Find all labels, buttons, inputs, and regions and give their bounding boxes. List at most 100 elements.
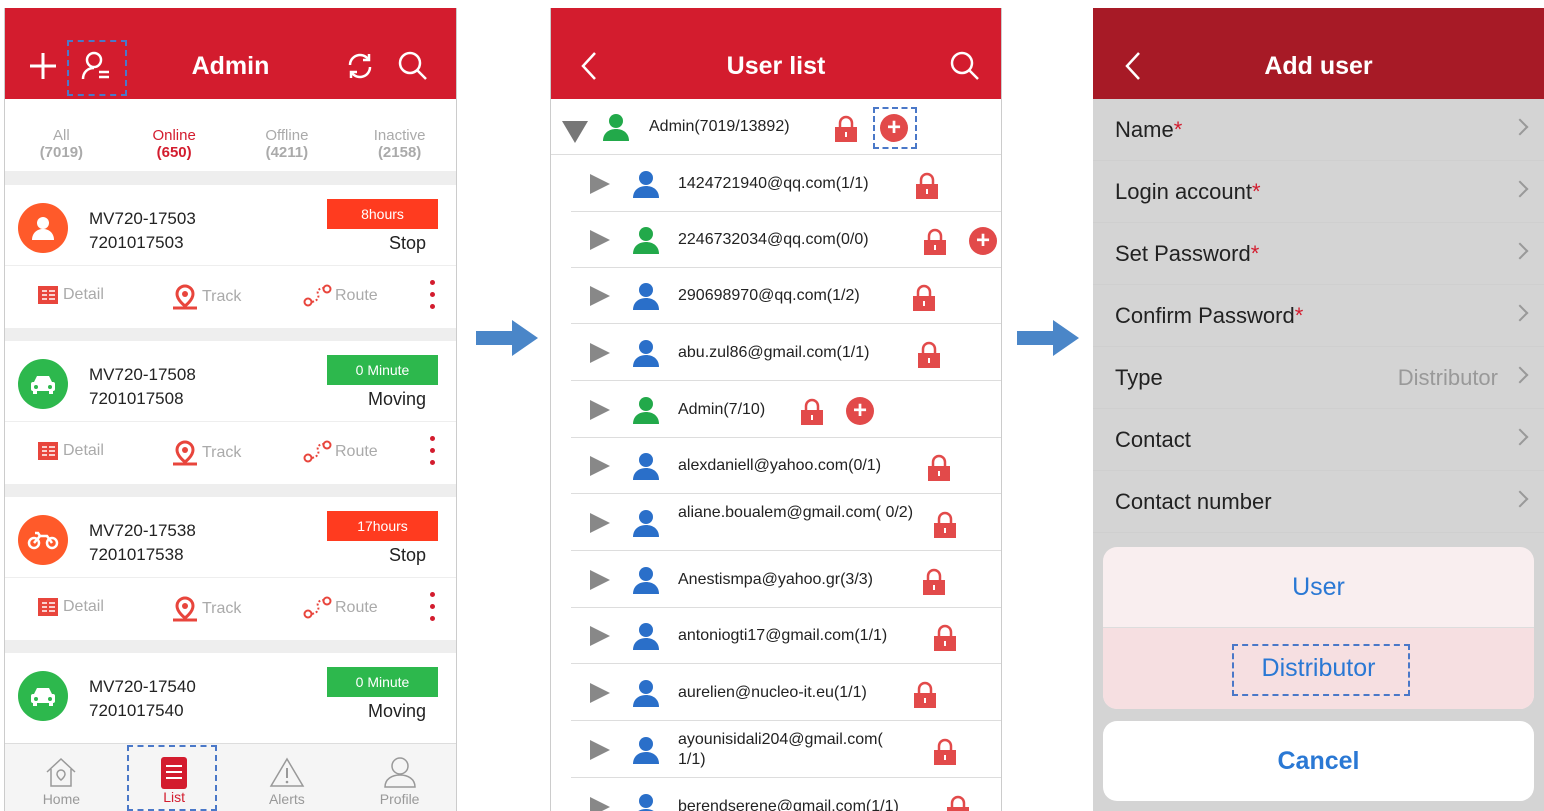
user-row[interactable]: Admin(7/10) + bbox=[571, 382, 1001, 438]
more-icon[interactable] bbox=[430, 280, 436, 314]
detail-button[interactable]: Detail bbox=[37, 440, 104, 462]
set-password-field[interactable]: Set Password* bbox=[1093, 223, 1544, 285]
contact-field[interactable]: Contact bbox=[1093, 409, 1544, 471]
route-button[interactable]: Route bbox=[303, 440, 378, 464]
user-row[interactable]: 2246732034@qq.com(0/0) + bbox=[571, 212, 1001, 268]
user-row[interactable]: berendserene@gmail.com(1/1) bbox=[571, 779, 1001, 811]
user-blue-icon bbox=[633, 737, 659, 764]
field-label-text: Type bbox=[1115, 365, 1163, 390]
field-label-text: Name bbox=[1115, 117, 1174, 142]
name-field[interactable]: Name* bbox=[1093, 99, 1544, 161]
device-name: MV720-17503 bbox=[89, 209, 196, 228]
lock-icon[interactable] bbox=[914, 172, 940, 200]
detail-button[interactable]: Detail bbox=[37, 596, 104, 618]
lock-icon[interactable] bbox=[932, 624, 958, 652]
expand-right-icon[interactable] bbox=[590, 400, 610, 420]
user-label: 1424721940@qq.com(1/1) bbox=[678, 175, 869, 192]
search-icon[interactable] bbox=[947, 48, 983, 84]
expand-right-icon[interactable] bbox=[590, 174, 610, 194]
track-pin-icon bbox=[173, 596, 197, 622]
tab-inactive[interactable]: Inactive (2158) bbox=[343, 99, 456, 179]
refresh-icon[interactable] bbox=[342, 48, 378, 84]
tab-all[interactable]: All (7019) bbox=[5, 99, 118, 179]
lock-icon[interactable] bbox=[932, 511, 958, 539]
lock-icon[interactable] bbox=[922, 228, 948, 256]
detail-label: Detail bbox=[63, 598, 104, 615]
motorcycle-avatar-icon bbox=[18, 515, 68, 565]
lock-icon[interactable] bbox=[916, 341, 942, 369]
expand-right-icon[interactable] bbox=[590, 230, 610, 250]
expand-right-icon[interactable] bbox=[590, 626, 610, 646]
user-row[interactable]: 1424721940@qq.com(1/1) bbox=[571, 156, 1001, 212]
track-button[interactable]: Track bbox=[170, 284, 241, 310]
expand-right-icon[interactable] bbox=[590, 456, 610, 476]
alert-icon bbox=[269, 757, 305, 787]
device-row[interactable]: MV720-17538 7201017538 17hours Stop bbox=[5, 497, 456, 577]
cancel-button[interactable]: Cancel bbox=[1103, 721, 1534, 801]
lock-icon[interactable] bbox=[932, 738, 958, 766]
more-icon[interactable] bbox=[430, 436, 436, 470]
add-sub-user-icon[interactable]: + bbox=[969, 227, 997, 255]
user-label: Admin(7/10) bbox=[678, 401, 766, 418]
user-row[interactable]: alexdaniell@yahoo.com(0/1) bbox=[571, 438, 1001, 494]
device-row[interactable]: MV720-17540 7201017540 0 Minute Moving bbox=[5, 653, 456, 733]
user-row[interactable]: antoniogti17@gmail.com(1/1) bbox=[571, 608, 1001, 664]
lock-icon[interactable] bbox=[799, 398, 825, 426]
nav-alerts[interactable]: Alerts bbox=[231, 744, 344, 811]
expand-down-icon[interactable] bbox=[562, 121, 588, 143]
user-row[interactable]: Anestismpa@yahoo.gr(3/3) bbox=[571, 552, 1001, 608]
chevron-right-icon bbox=[1511, 366, 1529, 384]
user-label: aliane.boualem@gmail.com( 0/2) bbox=[678, 504, 914, 521]
detail-icon bbox=[38, 598, 58, 616]
lock-icon[interactable] bbox=[926, 454, 952, 482]
track-pin-icon bbox=[173, 284, 197, 310]
search-icon[interactable] bbox=[395, 48, 431, 84]
user-row[interactable]: aurelien@nucleo-it.eu(1/1) bbox=[571, 665, 1001, 721]
expand-right-icon[interactable] bbox=[590, 570, 610, 590]
device-name: MV720-17538 bbox=[89, 521, 196, 540]
device-row[interactable]: MV720-17508 7201017508 0 Minute Moving bbox=[5, 341, 456, 421]
track-button[interactable]: Track bbox=[170, 596, 241, 622]
lock-icon[interactable] bbox=[912, 681, 938, 709]
divider bbox=[5, 328, 456, 341]
nav-profile[interactable]: Profile bbox=[343, 744, 456, 811]
user-row[interactable]: ayounisidali204@gmail.com( 1/1) bbox=[571, 722, 1001, 778]
expand-right-icon[interactable] bbox=[590, 683, 610, 703]
user-option[interactable]: User bbox=[1103, 547, 1534, 628]
detail-button[interactable]: Detail bbox=[37, 284, 104, 306]
user-blue-icon bbox=[633, 680, 659, 707]
duration-badge: 8hours bbox=[327, 199, 438, 229]
route-button[interactable]: Route bbox=[303, 284, 378, 308]
device-actions: Detail Track Route bbox=[5, 577, 456, 640]
expand-right-icon[interactable] bbox=[590, 797, 610, 811]
tab-offline[interactable]: Offline (4211) bbox=[231, 99, 344, 179]
user-row[interactable]: abu.zul86@gmail.com(1/1) bbox=[571, 325, 1001, 381]
more-icon[interactable] bbox=[430, 592, 436, 626]
user-row-root[interactable]: Admin(7019/13892) + bbox=[551, 99, 1001, 155]
user-row[interactable]: 290698970@qq.com(1/2) bbox=[571, 268, 1001, 324]
expand-right-icon[interactable] bbox=[590, 513, 610, 533]
confirm-password-field[interactable]: Confirm Password* bbox=[1093, 285, 1544, 347]
contact-number-field[interactable]: Contact number bbox=[1093, 471, 1544, 533]
device-name: MV720-17508 bbox=[89, 365, 196, 384]
device-row[interactable]: MV720-17503 7201017503 8hours Stop bbox=[5, 185, 456, 265]
type-field[interactable]: Type Distributor bbox=[1093, 347, 1544, 409]
lock-icon[interactable] bbox=[921, 568, 947, 596]
expand-right-icon[interactable] bbox=[590, 343, 610, 363]
user-row[interactable]: aliane.boualem@gmail.com( 0/2) bbox=[571, 495, 1001, 551]
expand-right-icon[interactable] bbox=[590, 740, 610, 760]
required-mark: * bbox=[1294, 303, 1304, 328]
duration-badge: 17hours bbox=[327, 511, 438, 541]
tab-online[interactable]: Online (650) bbox=[118, 99, 231, 179]
nav-home[interactable]: Home bbox=[5, 744, 118, 811]
login-account-field[interactable]: Login account* bbox=[1093, 161, 1544, 223]
expand-right-icon[interactable] bbox=[590, 286, 610, 306]
lock-icon[interactable] bbox=[945, 795, 971, 811]
field-label-text: Login account bbox=[1115, 179, 1252, 204]
route-button[interactable]: Route bbox=[303, 596, 378, 620]
add-sub-user-icon[interactable]: + bbox=[846, 397, 874, 425]
lock-icon[interactable] bbox=[833, 115, 859, 143]
lock-icon[interactable] bbox=[911, 284, 937, 312]
track-button[interactable]: Track bbox=[170, 440, 241, 466]
flow-arrow-icon bbox=[1017, 320, 1079, 356]
